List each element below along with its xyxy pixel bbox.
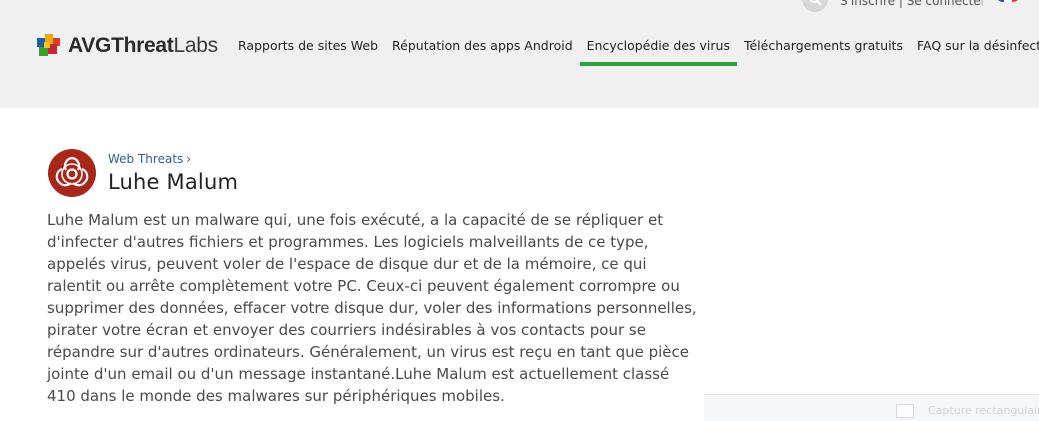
top-utility-bar: S'inscrire | Se connecter <box>800 0 1039 12</box>
flag-fr-icon[interactable] <box>996 0 1020 2</box>
capture-widget[interactable]: Capture rectangulaire <box>704 394 1039 421</box>
nav-item-android-app-reputation[interactable]: Réputation des apps Android <box>385 36 580 66</box>
logo-text-threat: Threat <box>111 34 174 57</box>
rectangle-capture-icon[interactable] <box>896 404 914 418</box>
nav-item-virus-encyclopedia[interactable]: Encyclopédie des virus <box>579 36 738 66</box>
breadcrumb-separator: › <box>186 152 192 166</box>
logo-text-avg: AVG <box>68 34 112 57</box>
search-icon[interactable] <box>802 0 828 12</box>
nav-item-free-downloads[interactable]: Téléchargements gratuits <box>737 36 910 66</box>
main-nav: Rapports de sites Web Réputation des app… <box>231 36 1039 68</box>
avg-logo-icon <box>36 32 64 60</box>
avg-threatlabs-logo[interactable]: AVGThreatLabs <box>36 32 218 60</box>
breadcrumb-link-web-threats[interactable]: Web Threats <box>108 152 183 166</box>
nav-item-website-reports[interactable]: Rapports de sites Web <box>231 36 385 66</box>
biohazard-icon <box>48 149 96 197</box>
logo-text-labs: Labs <box>173 34 218 57</box>
threat-description: Luhe Malum est un malware qui, une fois … <box>47 211 697 405</box>
site-header: S'inscrire | Se connecter AVGThreatLabs … <box>0 0 1039 108</box>
capture-label[interactable]: Capture rectangulaire <box>928 404 1039 417</box>
breadcrumb: Web Threats › <box>108 152 191 166</box>
page-title: Luhe Malum <box>108 170 239 194</box>
divider <box>982 0 983 6</box>
login-link[interactable]: S'inscrire | Se connecter <box>840 0 986 8</box>
nav-item-removal-faq[interactable]: FAQ sur la désinfection <box>910 36 1039 66</box>
